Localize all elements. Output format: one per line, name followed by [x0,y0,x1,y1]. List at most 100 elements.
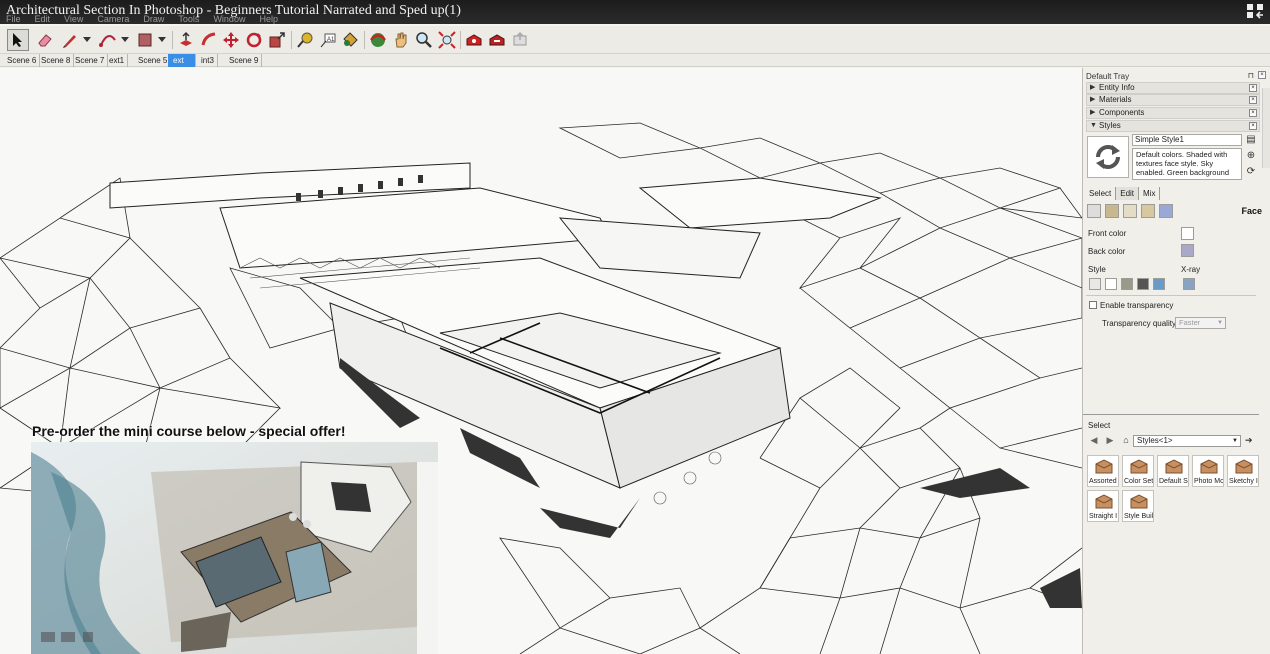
close-icon[interactable]: × [1249,84,1257,92]
tape-measure-icon [297,32,313,48]
section-components[interactable]: ▶ Components × [1086,107,1260,119]
close-icon[interactable]: × [1249,96,1257,104]
tab-scene-7[interactable]: Scene 7 [70,54,109,67]
zoom-extents-tool-button[interactable] [436,29,458,51]
rotate-tool-button[interactable] [243,29,265,51]
tab-scene-5[interactable]: Scene 5 [133,54,172,67]
hidden-line-style-icon[interactable] [1105,278,1117,290]
library-item[interactable]: Default S [1157,455,1189,487]
details-arrow-icon[interactable]: ➔ [1245,435,1257,447]
transparency-quality-select[interactable]: Faster ▼ [1175,317,1226,329]
promo-banner-text: Pre-order the mini course below - specia… [32,423,346,439]
select-tool-button[interactable] [7,29,29,51]
close-icon[interactable]: × [1258,71,1266,79]
menu-window[interactable]: Window [213,14,245,26]
eraser-tool-button[interactable] [34,29,56,51]
style-library-select[interactable]: Styles<1> ▼ [1133,435,1241,447]
share-model-tool-button[interactable] [509,29,531,51]
library-item[interactable]: Sketchy I [1227,455,1259,487]
arc-tool-button[interactable] [97,29,119,51]
monochrome-style-icon[interactable] [1153,278,1165,290]
library-item[interactable]: Straight I [1087,490,1119,522]
close-icon[interactable]: × [1249,109,1257,117]
tab-ext1[interactable]: ext1 [104,54,129,67]
back-arrow-icon[interactable]: ◀ [1088,434,1100,446]
warehouse-tool-button[interactable] [463,29,485,51]
edge-settings-icon[interactable] [1087,204,1101,218]
toolbar-separator [460,31,461,49]
extension-tool-button[interactable] [486,29,508,51]
back-color-swatch[interactable] [1181,244,1194,257]
pan-tool-button[interactable] [390,29,412,51]
section-entity-info[interactable]: ▶ Entity Info × [1086,82,1260,94]
section-materials[interactable]: ▶ Materials × [1086,94,1260,106]
background-settings-icon[interactable] [1123,204,1137,218]
wireframe-style-icon[interactable] [1089,278,1101,290]
arc-dropdown[interactable] [119,29,131,51]
pin-icon[interactable]: ⊓ [1248,71,1254,80]
tab-int3[interactable]: int3 [196,54,218,67]
tab-scene-6[interactable]: Scene 6 [2,54,41,67]
folder-icon [1235,459,1253,474]
menu-help[interactable]: Help [259,14,278,26]
move-tool-button[interactable] [220,29,242,51]
pencil-dropdown[interactable] [81,29,93,51]
front-color-swatch[interactable] [1181,227,1194,240]
forward-arrow-icon[interactable]: ▶ [1104,434,1116,446]
style-name-field[interactable]: Simple Style1 [1132,134,1242,146]
watermark-settings-icon[interactable] [1141,204,1155,218]
tab-select[interactable]: Select [1085,187,1117,200]
tape-measure-tool-button[interactable] [294,29,316,51]
style-thumbnail[interactable] [1087,136,1129,178]
front-color-label: Front color [1088,229,1127,238]
tray-scrollbar[interactable] [1262,88,1270,168]
library-item[interactable]: Assorted [1087,455,1119,487]
promo-render-image[interactable] [31,442,438,654]
tab-scene-9[interactable]: Scene 9 [224,54,263,67]
edit-category-icons [1087,204,1173,218]
scale-tool-button[interactable] [266,29,288,51]
tab-scene-8[interactable]: Scene 8 [36,54,75,67]
close-icon[interactable]: × [1249,122,1257,130]
section-styles[interactable]: ▼ Styles × [1086,120,1260,132]
text-tool-button[interactable]: A1 [317,29,339,51]
menu-file[interactable]: File [6,14,21,26]
home-icon[interactable]: ⌂ [1120,434,1132,446]
xray-toggle-icon[interactable] [1183,278,1195,290]
menu-draw[interactable]: Draw [143,14,164,26]
create-style-icon[interactable]: ▤ [1245,134,1257,146]
modeling-settings-icon[interactable] [1159,204,1173,218]
shape-dropdown[interactable] [156,29,168,51]
tab-ext[interactable]: ext [168,54,196,67]
folder-icon [1095,494,1113,509]
menu-edit[interactable]: Edit [35,14,51,26]
paint-bucket-tool-button[interactable] [339,29,361,51]
style-description-field[interactable]: Default colors. Shaded with textures fac… [1132,148,1242,180]
tab-mix[interactable]: Mix [1139,187,1161,200]
enable-transparency-checkbox[interactable] [1089,301,1097,309]
library-item[interactable]: Color Set [1122,455,1154,487]
text-icon: A1 [320,33,336,48]
update-style-icon[interactable]: ⊕ [1245,150,1257,162]
collapse-icon[interactable] [1246,3,1264,19]
menu-view[interactable]: View [64,14,83,26]
zoom-tool-button[interactable] [413,29,435,51]
menu-tools[interactable]: Tools [178,14,199,26]
shaded-style-icon[interactable] [1121,278,1133,290]
follow-me-tool-button[interactable] [198,29,220,51]
style-library-grid: Assorted Color Set Default S Photo Mo Sk… [1087,455,1262,522]
toolbar-separator [364,31,365,49]
orbit-tool-button[interactable] [367,29,389,51]
face-settings-icon[interactable] [1105,204,1119,218]
shape-tool-button[interactable] [134,29,156,51]
section-label: Materials [1099,95,1132,104]
library-item[interactable]: Style Buil [1122,490,1154,522]
tab-edit[interactable]: Edit [1116,187,1140,200]
refresh-icon[interactable]: ⟳ [1245,166,1257,178]
menu-camera[interactable]: Camera [97,14,129,26]
extension-icon [489,34,505,46]
textured-style-icon[interactable] [1137,278,1149,290]
library-item[interactable]: Photo Mo [1192,455,1224,487]
push-pull-tool-button[interactable] [175,29,197,51]
pencil-tool-button[interactable] [59,29,81,51]
